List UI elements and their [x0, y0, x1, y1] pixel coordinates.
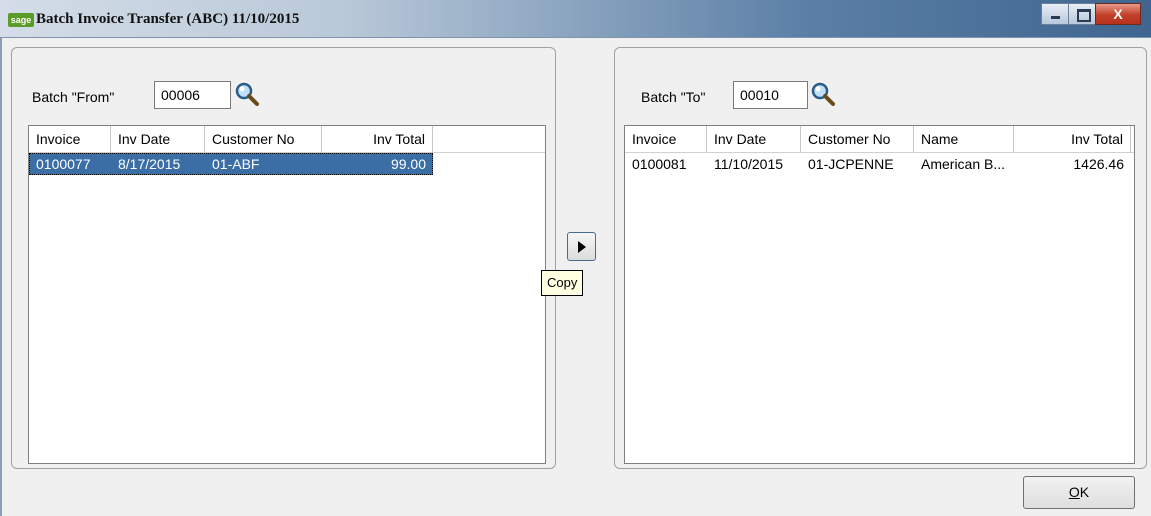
ok-label-rest: K	[1079, 484, 1090, 500]
col-inv-date[interactable]: Inv Date	[111, 126, 205, 153]
window-controls: X	[1041, 3, 1141, 25]
batch-to-input[interactable]: 00010	[733, 81, 808, 109]
batch-from-input[interactable]: 00006	[154, 81, 231, 109]
table-row[interactable]: 0100081 11/10/2015 01-JCPENNE American B…	[625, 153, 1134, 175]
col-name[interactable]: Name	[914, 126, 1014, 153]
table-row[interactable]: 0100077 8/17/2015 01-ABF 99.00	[29, 153, 433, 175]
cell-customer-no: 01-ABF	[212, 156, 260, 172]
grid-header: Invoice Inv Date Customer No Name Inv To…	[625, 126, 1134, 153]
cell-invoice: 0100077	[36, 156, 91, 172]
batch-from-grid[interactable]: Invoice Inv Date Customer No Inv Total 0…	[28, 125, 546, 464]
batch-to-grid[interactable]: Invoice Inv Date Customer No Name Inv To…	[624, 125, 1135, 464]
copy-tooltip: Copy	[541, 270, 584, 296]
col-customer-no[interactable]: Customer No	[801, 126, 914, 153]
col-inv-date[interactable]: Inv Date	[707, 126, 801, 153]
cell-inv-date: 8/17/2015	[118, 156, 181, 172]
cell-inv-total: 99.00	[390, 156, 426, 172]
grid-header: Invoice Inv Date Customer No Inv Total	[29, 126, 545, 153]
copy-arrow-right-button[interactable]	[567, 232, 596, 261]
cell-customer-no: 01-JCPENNE	[808, 156, 894, 172]
batch-to-panel: Batch "To" 00010 Invoice Inv Date Custom…	[614, 47, 1147, 469]
title-bar[interactable]: sage Batch Invoice Transfer (ABC) 11/10/…	[0, 0, 1151, 38]
cell-inv-date: 11/10/2015	[714, 156, 784, 172]
window-title: Batch Invoice Transfer (ABC) 11/10/2015	[36, 11, 300, 27]
col-invoice[interactable]: Invoice	[29, 126, 111, 153]
col-invoice[interactable]: Invoice	[625, 126, 707, 153]
batch-to-label: Batch "To"	[641, 89, 706, 105]
cell-name: American B...	[921, 156, 1006, 172]
close-button[interactable]: X	[1095, 3, 1141, 25]
batch-to-lookup-icon[interactable]	[810, 81, 836, 107]
ok-mnemonic: O	[1068, 484, 1080, 500]
col-inv-total[interactable]: Inv Total	[1014, 126, 1131, 153]
ok-button[interactable]: OK	[1023, 476, 1135, 509]
batch-from-label: Batch "From"	[32, 89, 115, 105]
maximize-button[interactable]	[1068, 3, 1096, 25]
cell-invoice: 0100081	[632, 156, 687, 172]
window-body: Batch "From" 00006 Invoice Inv Date Cust…	[0, 38, 1151, 516]
minimize-button[interactable]	[1041, 3, 1069, 25]
col-customer-no[interactable]: Customer No	[205, 126, 322, 153]
sage-logo-icon: sage	[8, 13, 34, 27]
batch-from-lookup-icon[interactable]	[234, 81, 260, 107]
col-inv-total[interactable]: Inv Total	[322, 126, 433, 153]
batch-from-panel: Batch "From" 00006 Invoice Inv Date Cust…	[11, 47, 556, 469]
cell-inv-total: 1426.46	[1073, 156, 1124, 172]
